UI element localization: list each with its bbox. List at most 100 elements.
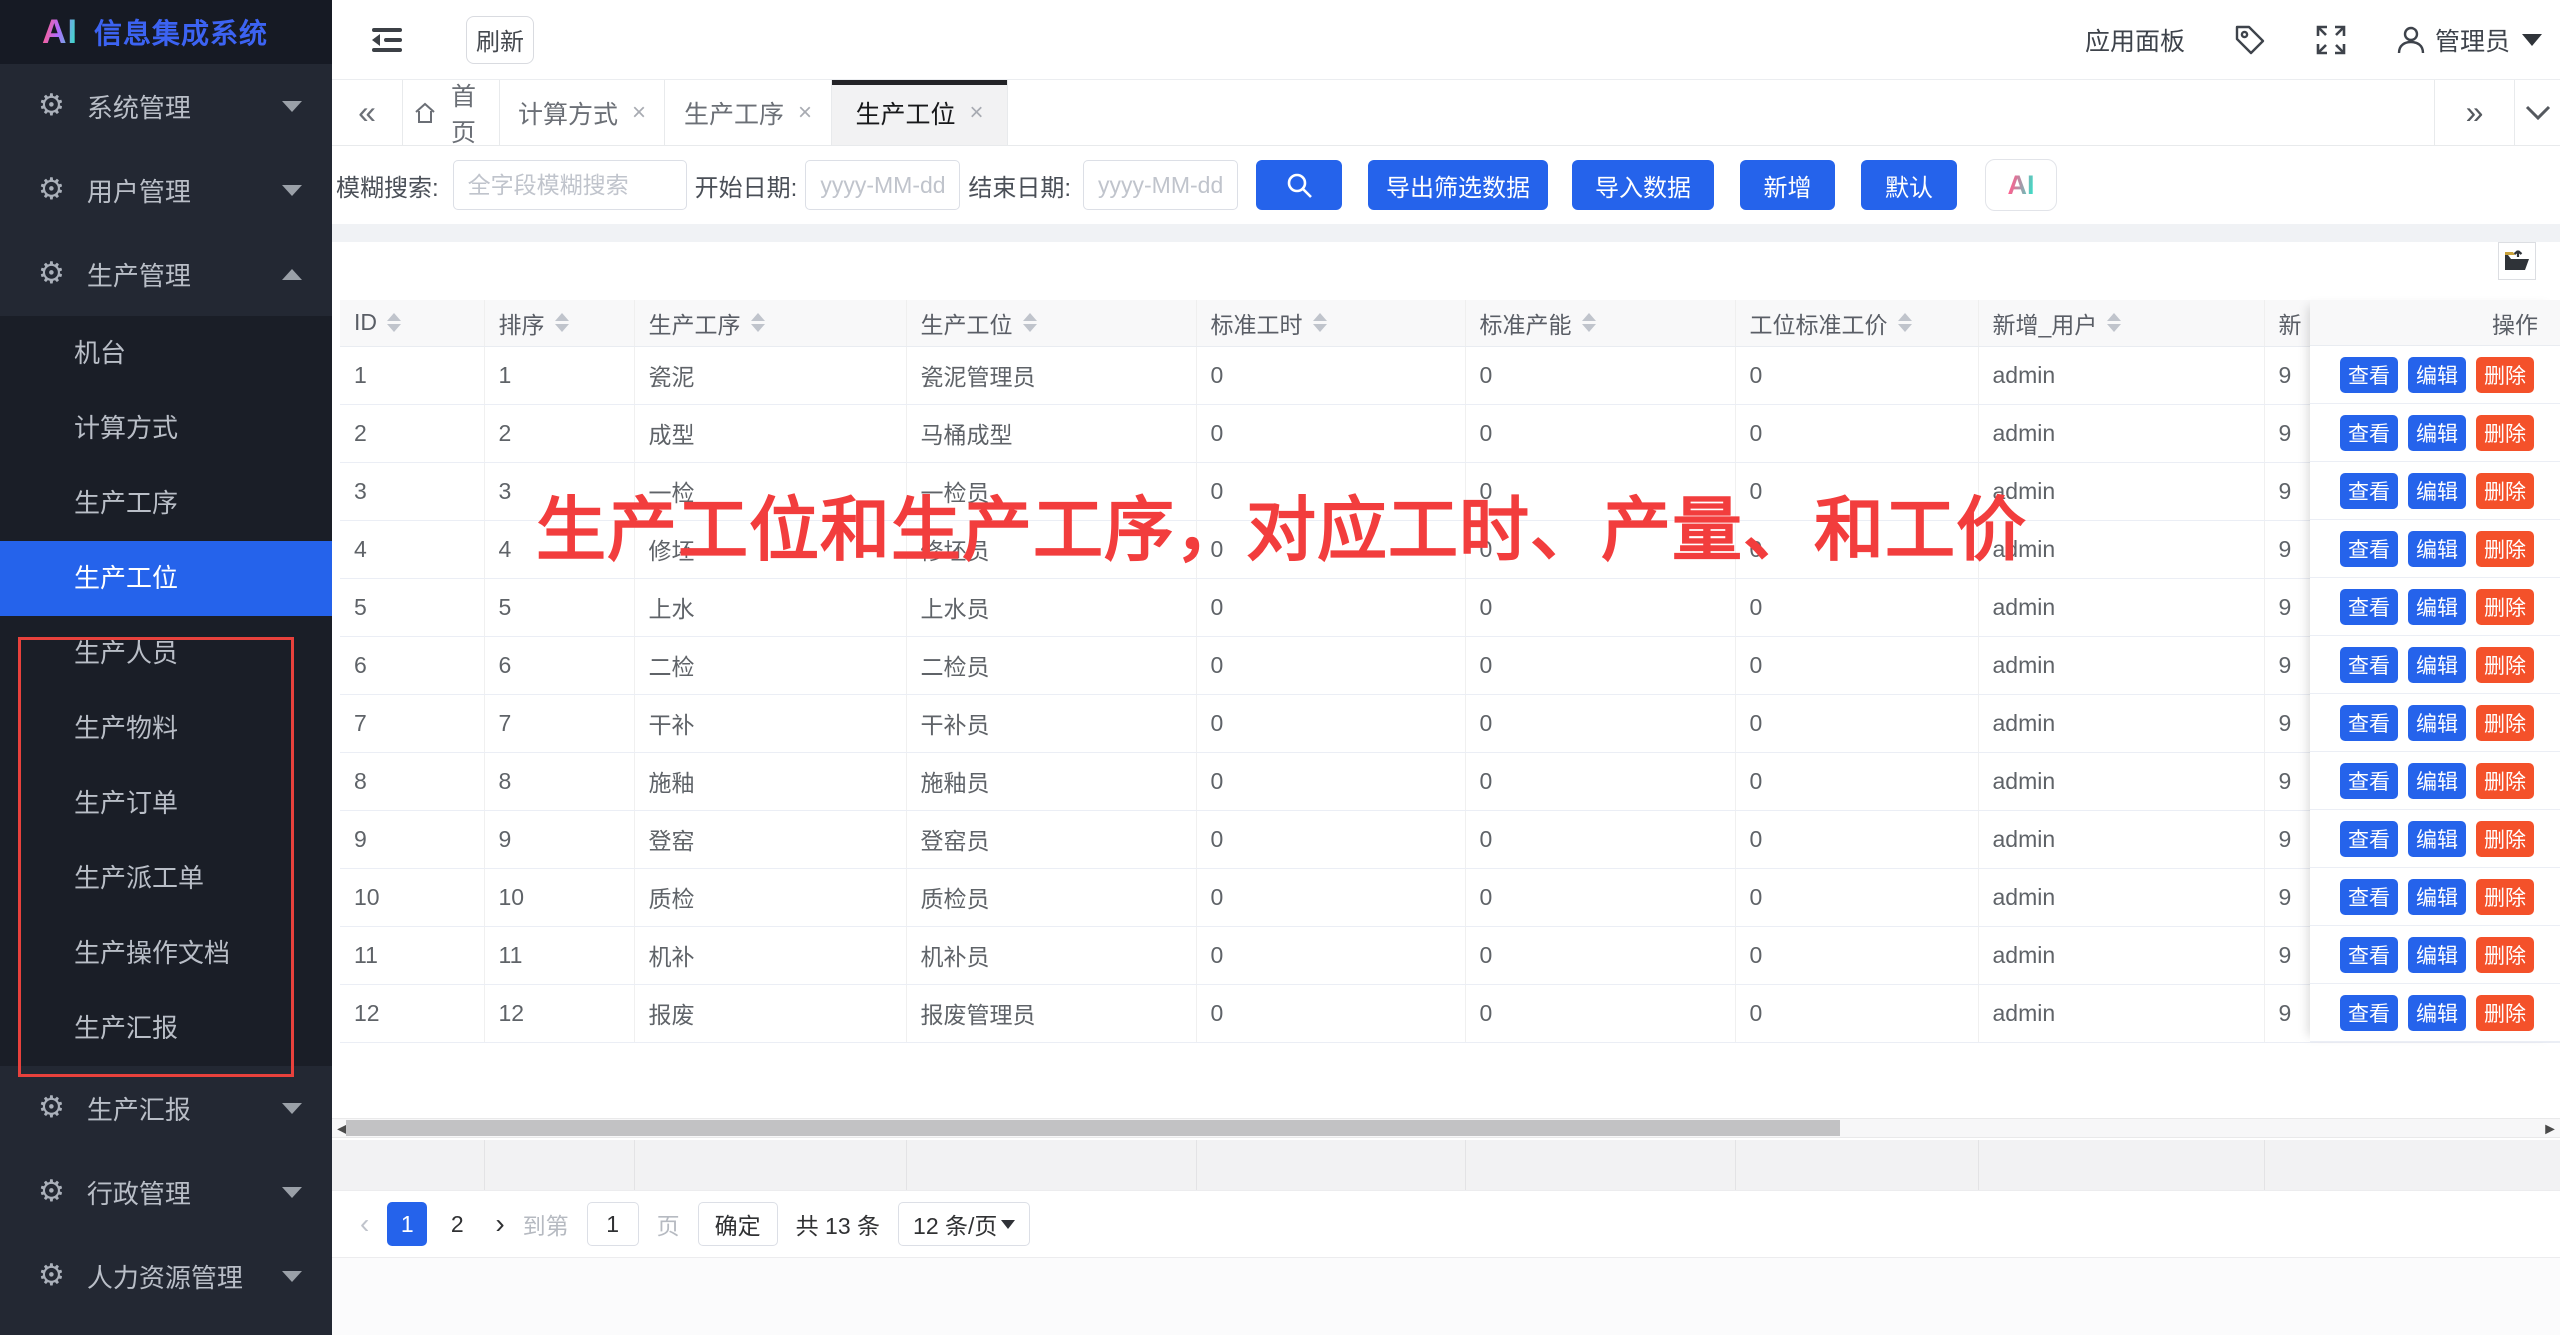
view-button[interactable]: 查看 <box>2340 415 2398 451</box>
goto-page-input[interactable] <box>587 1202 639 1246</box>
edit-button[interactable]: 编辑 <box>2408 647 2466 683</box>
sidebar-item-生产操作文档[interactable]: 生产操作文档 <box>0 916 332 991</box>
fuzzy-search-input[interactable] <box>453 160 687 210</box>
sort-icons[interactable] <box>1898 313 1912 332</box>
column-header-排序[interactable]: 排序 <box>484 300 634 346</box>
next-page-icon[interactable]: › <box>495 1208 504 1240</box>
ai-button[interactable]: AI <box>1985 159 2057 211</box>
scrollbar-thumb[interactable] <box>346 1120 1840 1136</box>
page-size-select[interactable]: 12 条/页 <box>898 1202 1030 1246</box>
sort-icons[interactable] <box>1582 313 1596 332</box>
column-header-生产工序[interactable]: 生产工序 <box>634 300 906 346</box>
sidebar-item-生产工位[interactable]: 生产工位 <box>0 541 332 616</box>
page-number-1[interactable]: 1 <box>387 1202 427 1246</box>
column-header-新增_用户[interactable]: 新增_用户 <box>1978 300 2264 346</box>
view-button[interactable]: 查看 <box>2340 357 2398 393</box>
delete-button[interactable]: 删除 <box>2476 415 2534 451</box>
sidebar-item-生产汇报[interactable]: 生产汇报 <box>0 991 332 1066</box>
sidebar-group-人力资源管理[interactable]: ⚙人力资源管理 <box>0 1234 332 1318</box>
delete-button[interactable]: 删除 <box>2476 995 2534 1031</box>
view-button[interactable]: 查看 <box>2340 879 2398 915</box>
prev-page-icon[interactable]: ‹ <box>360 1208 369 1240</box>
search-button[interactable] <box>1256 160 1342 210</box>
tabs-scroll-left-icon[interactable]: « <box>332 80 402 145</box>
edit-button[interactable]: 编辑 <box>2408 763 2466 799</box>
column-header-标准工时[interactable]: 标准工时 <box>1196 300 1465 346</box>
sort-icons[interactable] <box>751 313 765 332</box>
goto-confirm-button[interactable]: 确定 <box>698 1202 778 1246</box>
start-date-input[interactable] <box>805 160 960 210</box>
tab-计算方式[interactable]: 计算方式× <box>500 80 665 145</box>
delete-button[interactable]: 删除 <box>2476 821 2534 857</box>
delete-button[interactable]: 删除 <box>2476 357 2534 393</box>
view-button[interactable]: 查看 <box>2340 937 2398 973</box>
sidebar-group-行政管理[interactable]: ⚙行政管理 <box>0 1150 332 1234</box>
edit-button[interactable]: 编辑 <box>2408 995 2466 1031</box>
app-panel-link[interactable]: 应用面板 <box>2085 22 2185 58</box>
view-button[interactable]: 查看 <box>2340 531 2398 567</box>
scroll-right-arrow-icon[interactable]: ► <box>2542 1121 2558 1139</box>
delete-button[interactable]: 删除 <box>2476 879 2534 915</box>
view-button[interactable]: 查看 <box>2340 995 2398 1031</box>
sort-icons[interactable] <box>2107 313 2121 332</box>
horizontal-scrollbar[interactable]: ◄ ► <box>332 1118 2560 1138</box>
column-header-生产工位[interactable]: 生产工位 <box>906 300 1196 346</box>
tab-首页[interactable]: 首页 <box>402 80 500 145</box>
sidebar-group-用户管理[interactable]: ⚙用户管理 <box>0 148 332 232</box>
delete-button[interactable]: 删除 <box>2476 937 2534 973</box>
delete-button[interactable]: 删除 <box>2476 589 2534 625</box>
delete-button[interactable]: 删除 <box>2476 647 2534 683</box>
sidebar-item-机台[interactable]: 机台 <box>0 316 332 391</box>
column-header-工位标准工价[interactable]: 工位标准工价 <box>1735 300 1978 346</box>
delete-button[interactable]: 删除 <box>2476 531 2534 567</box>
edit-button[interactable]: 编辑 <box>2408 357 2466 393</box>
delete-button[interactable]: 删除 <box>2476 763 2534 799</box>
sort-icons[interactable] <box>555 313 569 332</box>
sort-icons[interactable] <box>1313 313 1327 332</box>
edit-button[interactable]: 编辑 <box>2408 589 2466 625</box>
import-data-button[interactable]: 导入数据 <box>1572 160 1714 210</box>
edit-button[interactable]: 编辑 <box>2408 415 2466 451</box>
refresh-button[interactable]: 刷新 <box>466 16 534 64</box>
add-button[interactable]: 新增 <box>1740 160 1835 210</box>
end-date-input[interactable] <box>1083 160 1238 210</box>
sidebar-item-生产人员[interactable]: 生产人员 <box>0 616 332 691</box>
tag-icon[interactable] <box>2233 23 2267 57</box>
edit-button[interactable]: 编辑 <box>2408 937 2466 973</box>
sidebar-group-生产管理[interactable]: ⚙生产管理 <box>0 232 332 316</box>
view-button[interactable]: 查看 <box>2340 763 2398 799</box>
tab-close-icon[interactable]: × <box>798 99 812 127</box>
user-menu[interactable]: 管理员 <box>2395 22 2542 58</box>
sidebar-item-生产工序[interactable]: 生产工序 <box>0 466 332 541</box>
sidebar-group-系统管理[interactable]: ⚙系统管理 <box>0 64 332 148</box>
edit-button[interactable]: 编辑 <box>2408 879 2466 915</box>
sidebar-group-生产汇报[interactable]: ⚙生产汇报 <box>0 1066 332 1150</box>
page-number-2[interactable]: 2 <box>437 1202 477 1246</box>
view-button[interactable]: 查看 <box>2340 473 2398 509</box>
edit-button[interactable]: 编辑 <box>2408 705 2466 741</box>
view-button[interactable]: 查看 <box>2340 821 2398 857</box>
export-file-button[interactable] <box>2498 242 2536 280</box>
edit-button[interactable]: 编辑 <box>2408 821 2466 857</box>
column-header-ID[interactable]: ID <box>340 300 484 346</box>
sidebar-collapse-icon[interactable] <box>370 25 404 55</box>
edit-button[interactable]: 编辑 <box>2408 473 2466 509</box>
delete-button[interactable]: 删除 <box>2476 473 2534 509</box>
column-header-标准产能[interactable]: 标准产能 <box>1465 300 1735 346</box>
fullscreen-icon[interactable] <box>2315 24 2347 56</box>
sort-icons[interactable] <box>1023 313 1037 332</box>
export-filtered-button[interactable]: 导出筛选数据 <box>1368 160 1548 210</box>
tab-close-icon[interactable]: × <box>970 99 984 127</box>
tabs-dropdown-icon[interactable] <box>2514 80 2560 145</box>
tabs-scroll-right-icon[interactable]: » <box>2434 80 2514 145</box>
tab-生产工序[interactable]: 生产工序× <box>665 80 832 145</box>
view-button[interactable]: 查看 <box>2340 589 2398 625</box>
default-button[interactable]: 默认 <box>1861 160 1957 210</box>
delete-button[interactable]: 删除 <box>2476 705 2534 741</box>
sidebar-item-生产订单[interactable]: 生产订单 <box>0 766 332 841</box>
tab-close-icon[interactable]: × <box>632 99 646 127</box>
sidebar-item-计算方式[interactable]: 计算方式 <box>0 391 332 466</box>
tab-生产工位[interactable]: 生产工位× <box>832 80 1008 145</box>
view-button[interactable]: 查看 <box>2340 705 2398 741</box>
sort-icons[interactable] <box>387 313 401 332</box>
